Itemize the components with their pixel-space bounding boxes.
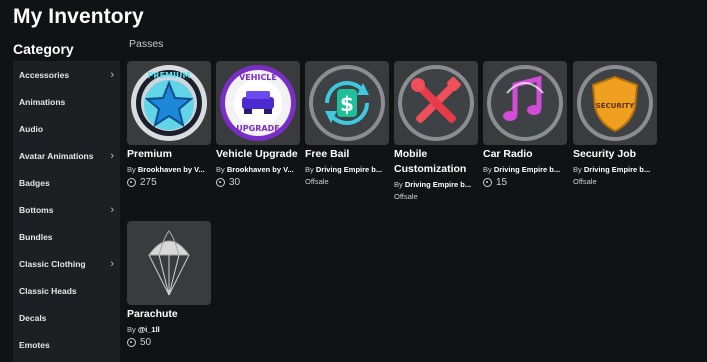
vehicle-upgrade-icon: VEHICLE UPGRADE [220,65,296,141]
offsale-label: Offsale [305,177,329,186]
price-value: 275 [140,177,157,188]
wrench-brush-icon [398,65,474,141]
pass-thumbnail[interactable]: PREMIUM [127,61,211,145]
music-note-icon [487,65,563,141]
robux-icon [127,338,136,347]
pass-creator: By Driving Empire b... [305,165,389,174]
sidebar-item-label: Animations [19,96,66,107]
pass-thumbnail[interactable] [127,221,211,305]
sidebar-item-label: Bottoms [19,204,54,215]
pass-price: 30 [216,177,301,188]
creator-link[interactable]: @i_1ll [138,325,160,334]
sidebar-item-label: Audio [19,123,44,134]
creator-link[interactable]: Brookhaven by V... [138,165,205,174]
dollar-refresh-icon: $ [309,65,385,141]
creator-link[interactable]: Driving Empire b... [494,165,560,174]
offsale-label: Offsale [573,177,597,186]
pass-price: 50 [127,337,212,348]
robux-icon [483,178,492,187]
category-sidebar: Accessories › Animations Audio Avatar Ani… [13,61,120,362]
creator-link[interactable]: Driving Empire b... [316,165,382,174]
price-value: 30 [229,177,241,188]
premium-star-icon: PREMIUM [131,65,207,141]
price-value: 15 [496,177,508,188]
pass-thumbnail[interactable]: $ [305,61,389,145]
pass-card-premium[interactable]: PREMIUM Premium By Brookhaven by V... 27… [127,61,212,188]
pass-thumbnail[interactable] [483,61,567,145]
pass-thumbnail[interactable]: VEHICLE UPGRADE [216,61,300,145]
pass-creator: By Brookhaven by V... [216,165,300,174]
creator-link[interactable]: Driving Empire b... [405,180,471,189]
vehicle-badge-bottom-text: UPGRADE [236,124,279,133]
pass-name[interactable]: Vehicle Upgrade [216,147,301,162]
pass-card-free-bail[interactable]: $ Free Bail By Driving Empire b... Offsa… [305,61,390,186]
pass-thumbnail[interactable]: SECURITY [573,61,657,145]
robux-icon [127,178,136,187]
category-heading: Category [13,41,74,57]
sidebar-item-label: Avatar Animations [19,150,94,161]
sidebar-item-accessories[interactable]: Accessories › [13,61,120,88]
robux-icon [216,178,225,187]
sidebar-item-avatar-animations[interactable]: Avatar Animations › [13,142,120,169]
chevron-right-icon: › [110,68,114,81]
chevron-right-icon: › [110,149,114,162]
creator-prefix: By [483,165,492,174]
sidebar-item-label: Emotes [19,339,50,350]
parachute-icon [148,230,190,296]
security-badge-icon: SECURITY [577,65,653,141]
sidebar-item-label: Badges [19,177,50,188]
creator-prefix: By [127,325,136,334]
chevron-right-icon: › [110,203,114,216]
chevron-right-icon: › [110,257,114,270]
sidebar-item-label: Decals [19,312,47,323]
pass-card-parachute[interactable]: Parachute By @i_1ll 50 [127,221,212,348]
creator-prefix: By [216,165,225,174]
pass-price: 275 [127,177,212,188]
sidebar-item-audio[interactable]: Audio [13,115,120,142]
pass-thumbnail[interactable] [394,61,478,145]
sidebar-item-classic-clothing[interactable]: Classic Clothing › [13,250,120,277]
price-value: 50 [140,337,152,348]
sidebar-item-label: Classic Heads [19,285,77,296]
pass-name[interactable]: Free Bail [305,147,390,162]
section-label-passes: Passes [129,38,164,50]
pass-creator: By Driving Empire b... [483,165,567,174]
sidebar-item-label: Accessories [19,69,70,80]
sidebar-item-classic-heads[interactable]: Classic Heads [13,277,120,304]
pass-creator: By Driving Empire b... [573,165,657,174]
pass-name[interactable]: Premium [127,147,212,162]
sidebar-item-label: Classic Clothing [19,258,86,269]
sidebar-item-badges[interactable]: Badges [13,169,120,196]
pass-name[interactable]: Security Job [573,147,658,162]
vehicle-badge-top-text: VEHICLE [239,73,277,82]
pass-name[interactable]: Car Radio [483,147,568,162]
creator-link[interactable]: Brookhaven by V... [227,165,294,174]
premium-badge-text: PREMIUM [148,71,191,80]
creator-link[interactable]: Driving Empire b... [584,165,650,174]
page-title: My Inventory [13,5,144,28]
pass-card-mobile-customization[interactable]: Mobile Customization By Driving Empire b… [394,61,479,201]
sidebar-item-bundles[interactable]: Bundles [13,223,120,250]
pass-price: 15 [483,177,568,188]
sidebar-item-label: Bundles [19,231,53,242]
pass-creator: By Driving Empire b... [394,180,478,189]
sidebar-item-bottoms[interactable]: Bottoms › [13,196,120,223]
creator-prefix: By [305,165,314,174]
pass-card-security-job[interactable]: SECURITY Security Job By Driving Empire … [573,61,658,186]
svg-text:$: $ [340,92,354,116]
pass-name[interactable]: Mobile Customization [394,147,479,177]
creator-prefix: By [573,165,582,174]
sidebar-item-decals[interactable]: Decals [13,304,120,331]
creator-prefix: By [127,165,136,174]
pass-card-car-radio[interactable]: Car Radio By Driving Empire b... 15 [483,61,568,188]
creator-prefix: By [394,180,403,189]
pass-card-vehicle-upgrade[interactable]: VEHICLE UPGRADE Vehicle Upgrade By Brook… [216,61,301,188]
pass-name[interactable]: Parachute [127,307,212,322]
offsale-label: Offsale [394,192,418,201]
pass-creator: By Brookhaven by V... [127,165,211,174]
sidebar-item-emotes[interactable]: Emotes [13,331,120,358]
security-badge-text: SECURITY [596,102,635,110]
pass-creator: By @i_1ll [127,325,211,334]
sidebar-item-animations[interactable]: Animations [13,88,120,115]
